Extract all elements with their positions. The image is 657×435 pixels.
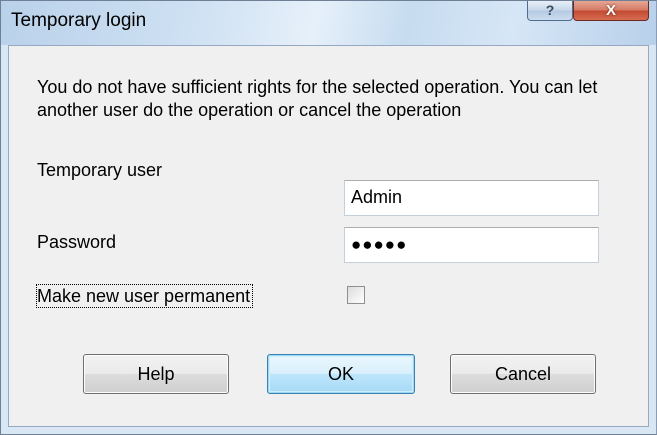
dialog-body: You do not have sufficient rights for th… (8, 45, 649, 427)
temporary-user-label: Temporary user (37, 160, 163, 180)
password-label: Password (37, 232, 117, 252)
password-input[interactable]: ●●●●● (344, 227, 599, 263)
question-mark-icon: ? (545, 2, 555, 18)
permission-message: You do not have sufficient rights for th… (37, 77, 598, 120)
title-bar[interactable]: Temporary login ? X (1, 1, 656, 45)
close-icon: X (605, 2, 616, 19)
close-button[interactable]: X (573, 1, 649, 21)
make-permanent-label[interactable]: Make new user permanent (35, 284, 254, 308)
cancel-button[interactable]: Cancel (450, 354, 596, 394)
help-button[interactable]: Help (83, 354, 229, 394)
title-help-button[interactable]: ? (527, 1, 573, 21)
ok-button[interactable]: OK (267, 354, 415, 394)
dialog-window: Temporary login ? X You do not have suff… (0, 0, 657, 435)
temporary-user-input[interactable]: Admin (344, 180, 599, 216)
make-permanent-checkbox[interactable] (347, 286, 365, 304)
dialog-title: Temporary login (11, 10, 147, 31)
